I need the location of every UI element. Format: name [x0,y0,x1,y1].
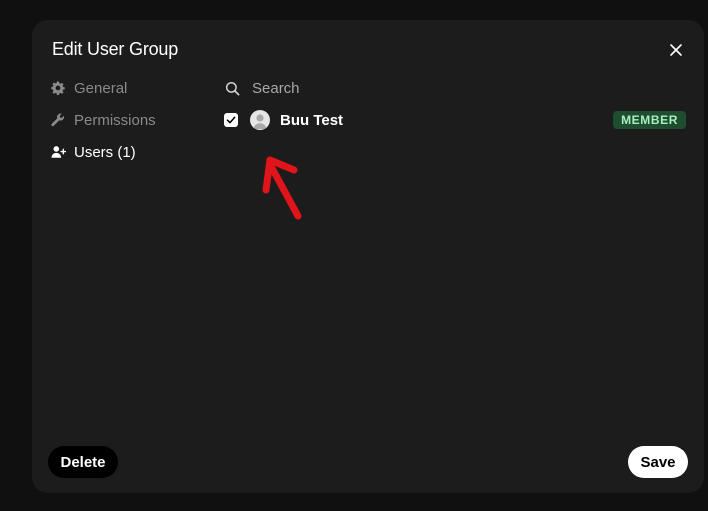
save-button[interactable]: Save [628,446,688,478]
search-bar [224,72,684,104]
close-icon [670,44,682,56]
sidebar-item-general[interactable]: General [50,72,210,104]
gear-icon [50,80,66,96]
sidebar-item-users[interactable]: Users (1) [50,136,210,168]
annotation-arrow-icon [262,156,302,220]
search-icon [224,80,240,96]
avatar [250,110,270,130]
user-plus-icon [50,144,66,160]
sidebar-nav: General Permissions Users (1) [50,72,210,168]
user-name: Buu Test [280,111,344,129]
wrench-icon [50,112,66,128]
sidebar-item-permissions[interactable]: Permissions [50,104,210,136]
close-button[interactable] [666,40,686,60]
sidebar-item-label: Permissions [74,111,156,129]
edit-user-group-dialog: Edit User Group General Permissions User… [32,20,704,493]
delete-button[interactable]: Delete [48,446,118,478]
dialog-title: Edit User Group [52,39,179,59]
sidebar-item-label: Users (1) [74,143,136,161]
user-list-item: Buu Test MEMBER [224,104,686,136]
user-select-checkbox[interactable] [224,113,238,127]
sidebar-item-label: General [74,79,128,97]
user-avatar-icon [253,114,267,129]
search-input[interactable] [252,79,552,97]
role-badge: MEMBER [613,111,686,129]
checkmark-icon [226,116,236,124]
